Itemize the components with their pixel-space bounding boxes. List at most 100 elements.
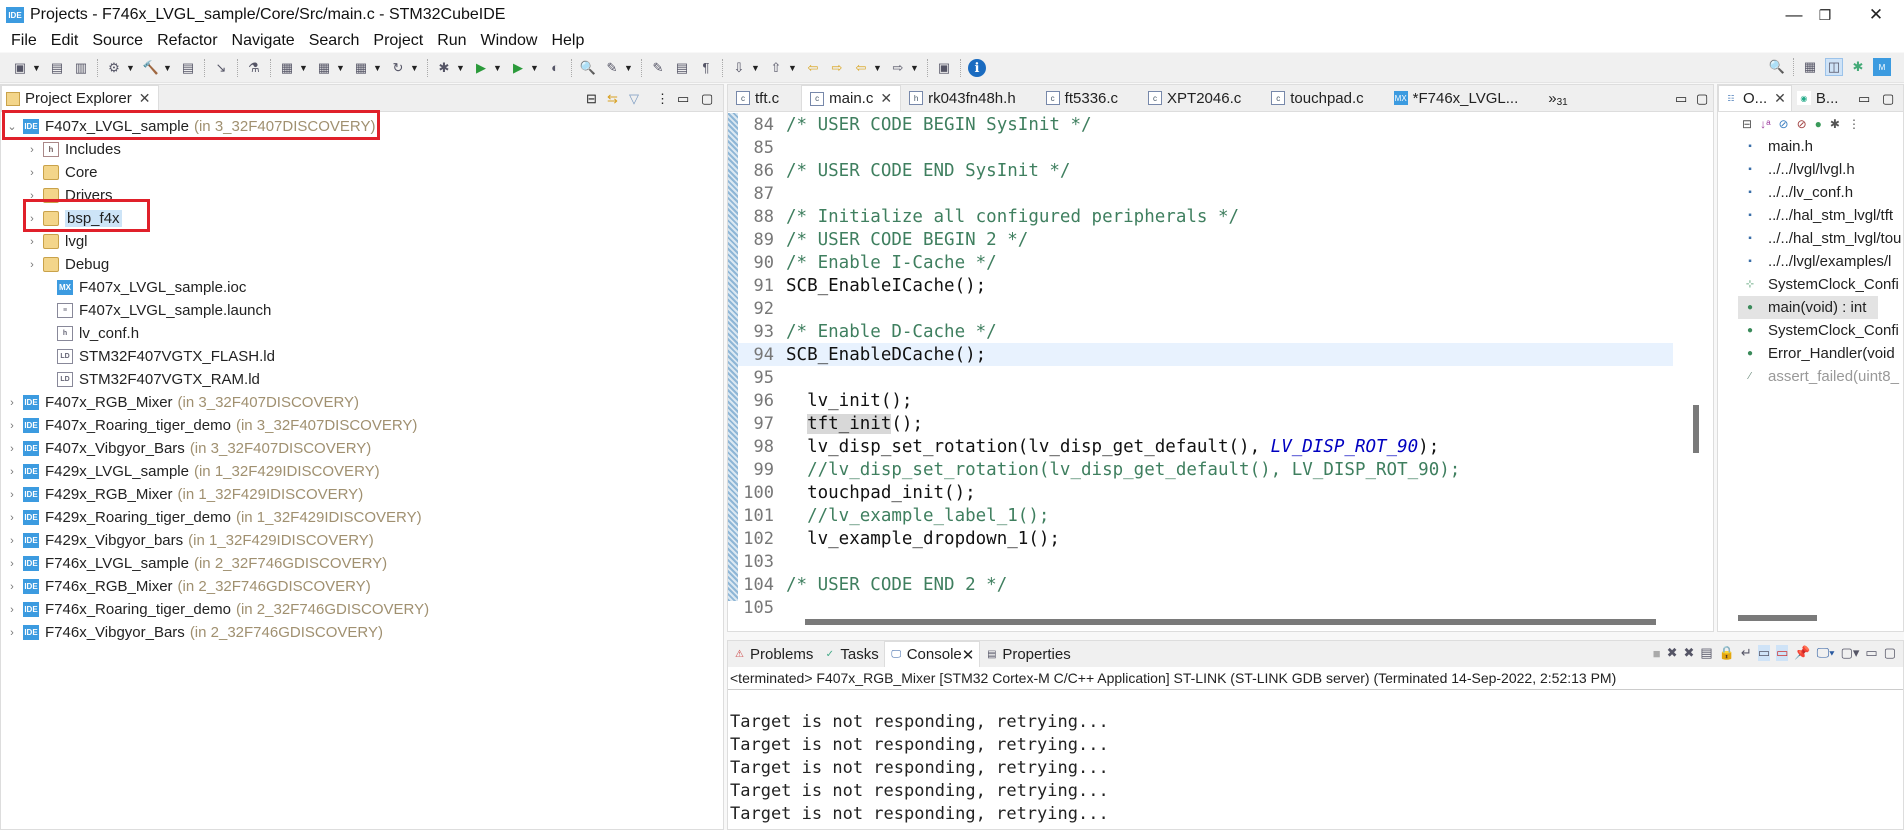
tree-project-f407x-roaring-tiger-demo[interactable]: › IDE F407x_Roaring_tiger_demo (in 3_32F407… [1,414,723,437]
code-area[interactable]: 84 /* USER CODE BEGIN SysInit */ 85 86 /* US… [738,113,1673,618]
chevron-right-icon[interactable]: › [5,466,19,478]
view-menu-icon[interactable]: ⋮ [1848,117,1860,131]
tab-xpt2046-c[interactable]: c XPT2046.c [1140,85,1263,111]
menu-help[interactable]: Help [551,32,584,50]
tree-item-includes[interactable]: › h Includes [1,138,723,161]
build-doc-icon[interactable]: ▤ [179,59,197,77]
dropdown-arrow-icon[interactable]: ▼ [751,63,760,73]
dropdown-arrow-icon[interactable]: ▼ [299,63,308,73]
chevron-right-icon[interactable]: › [5,604,19,616]
search-icon[interactable]: 🔍 [579,59,597,77]
save-icon[interactable]: ▤ [48,59,66,77]
dropdown-arrow-icon[interactable]: ▼ [410,63,419,73]
tree-project-f746x-vibgyor-bars[interactable]: › IDE F746x_Vibgyor_Bars (in 2_32F746GDISCO… [1,621,723,644]
maximize-view-icon[interactable]: ▢ [1696,91,1708,107]
back-icon[interactable]: ⇦ [852,59,870,77]
dropdown-arrow-icon[interactable]: ▼ [493,63,502,73]
tree-item-lv-conf-h[interactable]: h lv_conf.h [1,322,723,345]
tree-project-f407x-rgb-mixer[interactable]: › IDE F407x_RGB_Mixer (in 3_32F407DISCOVERY… [1,391,723,414]
debug-perspective-icon[interactable]: ✱ [1849,58,1867,76]
tree-item-core[interactable]: › Core [1,161,723,184]
chevron-right-icon[interactable]: › [5,420,19,432]
pin-console-icon[interactable]: 📌 [1794,645,1810,661]
view-menu-icon[interactable]: ⋮ [656,91,669,107]
dropdown-arrow-icon[interactable]: ▼ [32,63,41,73]
restore-button[interactable]: ❐ [1800,0,1850,30]
tree-item-stm32f407vgtx-flash-ld[interactable]: LD STM32F407VGTX_FLASH.ld [1,345,723,368]
tab-touchpad-c[interactable]: c touchpad.c [1263,85,1385,111]
chevron-right-icon[interactable]: › [5,581,19,593]
chevron-right-icon[interactable]: › [5,397,19,409]
external-tools-icon[interactable]: ◐ [546,59,564,77]
close-button[interactable]: ✕ [1848,0,1904,30]
new-icon[interactable]: ▣ [11,59,29,77]
tab-outline[interactable]: ☷ O... ✕ [1718,85,1792,111]
build-icon[interactable]: 🔨 [142,59,160,77]
tree-item-lvgl[interactable]: › lvgl [1,230,723,253]
console-output[interactable]: Target is not responding, retrying... Tar… [728,691,1887,829]
dropdown-arrow-icon[interactable]: ▼ [788,63,797,73]
tab-f746x-lvgl[interactable]: MX *F746x_LVGL... [1386,85,1541,111]
forward-icon[interactable]: ⇨ [889,59,907,77]
menu-project[interactable]: Project [373,32,423,50]
show-on-stderr-icon[interactable]: ▭ [1776,645,1789,661]
collapse-all-icon[interactable]: ⊟ [1742,117,1752,131]
tree-project-f429x-roaring-tiger-demo[interactable]: › IDE F429x_Roaring_tiger_demo (in 1_32F429… [1,506,723,529]
chevron-right-icon[interactable]: › [25,236,39,248]
outline-item[interactable]: ▪ ../../hal_stm_lvgl/tou [1718,227,1903,250]
display-console-icon[interactable]: 🖵▾ [1817,645,1835,661]
open-console-icon[interactable]: ▢▾ [1841,645,1860,661]
block-icon[interactable]: ▤ [673,59,691,77]
tab-rk043fn48h-h[interactable]: h rk043fn48h.h [901,85,1038,111]
outline-item[interactable]: ▪ ../../lv_conf.h [1718,181,1903,204]
collapse-all-icon[interactable]: ⊟ [586,91,597,107]
dropdown-arrow-icon[interactable]: ▼ [336,63,345,73]
menu-navigate[interactable]: Navigate [232,32,295,50]
minimize-view-icon[interactable]: ▭ [677,91,689,107]
pen-icon[interactable]: ✎ [603,59,621,77]
tree-project-f746x-roaring-tiger-demo[interactable]: › IDE F746x_Roaring_tiger_demo (in 2_32F746… [1,598,723,621]
tree-project-f407x-vibgyor-bars[interactable]: › IDE F407x_Vibgyor_Bars (in 3_32F407DISCOV… [1,437,723,460]
terminate-icon[interactable]: ■ [1653,646,1661,661]
close-icon[interactable]: ✕ [139,90,151,107]
mx-icon[interactable]: ⚗ [245,59,263,77]
outline-item[interactable]: ▪ main.h [1718,135,1903,158]
tab-ft5336-c[interactable]: c ft5336.c [1038,85,1140,111]
dropdown-arrow-icon[interactable]: ▼ [624,63,633,73]
tree-item-f407x-lvgl-sample-launch[interactable]: ≡ F407x_LVGL_sample.launch [1,299,723,322]
prev-annotation-icon[interactable]: ⇧ [767,59,785,77]
menu-file[interactable]: File [11,32,37,50]
menu-window[interactable]: Window [481,32,538,50]
tree-item-debug[interactable]: › Debug [1,253,723,276]
open-perspective-icon[interactable]: ▦ [1801,58,1819,76]
maximize-view-icon[interactable]: ▢ [1882,91,1894,107]
save-all-icon[interactable]: ▥ [72,59,90,77]
outline-item[interactable]: ● Error_Handler(void [1718,342,1903,365]
outline-item[interactable]: ● main(void) : int [1738,296,1878,319]
remove-all-launches-icon[interactable]: ✖ [1684,645,1695,661]
outline-item[interactable]: ⊹ SystemClock_Confi [1718,273,1903,296]
tab-tasks[interactable]: ✓ Tasks [818,641,883,667]
close-icon[interactable]: ✕ [880,90,892,107]
editor-vertical-scrollbar[interactable] [1693,405,1699,453]
outline-item[interactable]: ▪ ../../hal_stm_lvgl/tft [1718,204,1903,227]
new-class-icon[interactable]: ▦ [352,59,370,77]
dropdown-arrow-icon[interactable]: ▼ [373,63,382,73]
dropdown-arrow-icon[interactable]: ▼ [456,63,465,73]
chevron-right-icon[interactable]: › [25,144,39,156]
outline-horizontal-scrollbar[interactable] [1738,615,1817,621]
tab-console[interactable]: 🖵 Console ✕ [883,641,981,667]
tab-main-c[interactable]: c main.c ✕ [801,85,902,111]
outline-item[interactable]: ▪ ../../lvgl/examples/l [1718,250,1903,273]
minimize-view-icon[interactable]: ▭ [1675,91,1687,107]
tree-item-stm32f407vgtx-ram-ld[interactable]: LD STM32F407VGTX_RAM.ld [1,368,723,391]
tab-properties[interactable]: ▤ Properties [980,641,1075,667]
menu-run[interactable]: Run [437,32,466,50]
tab-build-targets[interactable]: ◉ B... [1792,85,1844,111]
clear-console-icon[interactable]: ▤ [1700,645,1712,661]
chevron-right-icon[interactable]: › [5,443,19,455]
menu-search[interactable]: Search [309,32,360,50]
outline-item[interactable]: ● SystemClock_Confi [1718,319,1903,342]
link-editor-icon[interactable]: ⇆ [607,91,618,107]
menu-source[interactable]: Source [92,32,143,50]
